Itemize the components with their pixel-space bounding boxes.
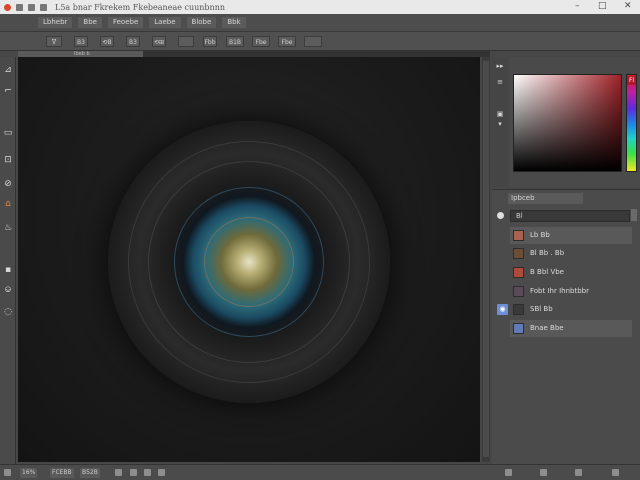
menu-bar: Lbhebr Bbe Feoebe Laebe Blobe Bbk xyxy=(0,14,640,32)
layers-tab[interactable]: Ipbceb xyxy=(508,193,583,204)
nav-prev-icon[interactable] xyxy=(115,469,122,476)
canvas-vertical-scrollbar[interactable] xyxy=(482,57,490,462)
tools-panel: ⊿ ⌐ ▭ ⊡ ⊘ ⌂ ♨ ▪ ⎉ ◌ xyxy=(0,57,16,470)
option-button-5[interactable] xyxy=(178,36,194,47)
collapse-panels-icon[interactable]: ▸▸ xyxy=(495,61,505,71)
move-tool-icon[interactable]: ⊿ xyxy=(1,63,15,77)
menu-image[interactable]: Feoebe xyxy=(107,17,144,28)
expand-icon[interactable]: ▾ xyxy=(495,119,505,129)
layer-name: Fobt Ihr Ihnbtbbr xyxy=(530,287,589,295)
layer-name: SBl Bb xyxy=(530,305,553,313)
option-button-6[interactable]: Fbb xyxy=(203,36,217,47)
option-button-7[interactable]: B1B xyxy=(226,36,244,47)
layer-filter-toggle[interactable] xyxy=(497,212,504,219)
option-button-8[interactable]: Fbe xyxy=(252,36,270,47)
panel-menu-icon[interactable]: ≡ xyxy=(495,77,505,87)
status-bar: 16% FCEBB B52B xyxy=(0,464,640,480)
menu-layer[interactable]: Laebe xyxy=(149,17,181,28)
option-button-1[interactable]: B3 xyxy=(74,36,88,47)
layer-row[interactable]: Fobt Ihr Ihnbtbbr xyxy=(510,283,632,300)
layer-row[interactable]: SBl Bb xyxy=(510,301,632,318)
gradient-tool-icon[interactable] xyxy=(1,243,15,257)
layer-thumbnail xyxy=(513,286,524,297)
layer-name: B Bbl Vbe xyxy=(530,268,564,276)
document-size[interactable]: B52B xyxy=(80,468,100,478)
layer-row[interactable]: Bl Bb . Bb xyxy=(510,245,632,262)
option-button-9[interactable]: Fbe xyxy=(278,36,296,47)
layer-thumbnail xyxy=(513,248,524,259)
option-button-2[interactable]: ⟲B xyxy=(100,36,114,47)
scrollbar-thumb[interactable] xyxy=(483,61,489,457)
pen-tool-icon[interactable]: ⎉ xyxy=(1,283,15,297)
layers-scrollbar-thumb[interactable] xyxy=(631,209,637,221)
visibility-toggle-icon[interactable]: ◉ xyxy=(497,304,508,315)
menu-filter[interactable]: Blobe xyxy=(186,17,217,28)
minimize-button[interactable]: – xyxy=(575,1,580,11)
layer-row[interactable]: B Bbl Vbe xyxy=(510,264,632,281)
redo-icon[interactable] xyxy=(40,3,47,11)
shape-tool-icon[interactable]: ▪ xyxy=(1,263,15,277)
document-info[interactable]: FCEBB xyxy=(50,468,74,478)
lasso-tool-icon[interactable] xyxy=(1,105,15,119)
window-title: L5a bnar Fkrekem Fkebeaneae cuunbnnn xyxy=(55,2,225,12)
layer-name: Lb Bb xyxy=(530,231,550,239)
tool-preset-button[interactable]: ᐁ xyxy=(46,36,62,47)
color-picker-field[interactable] xyxy=(513,74,622,172)
option-button-3[interactable]: B3 xyxy=(126,36,140,47)
marquee-tool-icon[interactable]: ⌐ xyxy=(1,84,15,98)
eyedropper-tool-icon[interactable]: ⊡ xyxy=(1,153,15,167)
option-button-10[interactable] xyxy=(304,36,322,47)
undo-icon[interactable] xyxy=(28,3,35,11)
swatches-icon[interactable]: ▣ xyxy=(495,109,505,119)
delete-layer-icon[interactable] xyxy=(575,469,582,476)
layer-name: Bl Bb . Bb xyxy=(530,249,565,257)
menu-file[interactable]: Lbhebr xyxy=(38,17,73,28)
layer-thumbnail xyxy=(513,267,524,278)
stamp-tool-icon[interactable]: ⌂ xyxy=(1,197,15,211)
options-bar: ᐁ B3 ⟲B B3 ⟲⊞ Fbb B1B Fbe Fbe xyxy=(0,32,640,51)
document-canvas[interactable] xyxy=(18,57,480,462)
hue-slider[interactable] xyxy=(626,74,637,172)
zoom-tool-icon[interactable]: ◌ xyxy=(1,305,15,319)
layer-thumbnail xyxy=(513,230,524,241)
hue-indicator: Fl xyxy=(627,76,636,85)
panel-icon-strip: ▸▸ ≡ ▣ ▾ xyxy=(492,57,508,187)
camera-lens-image xyxy=(108,121,390,403)
photo-editor-window: L5a bnar Fkrekem Fkebeaneae cuunbnnn – □… xyxy=(0,0,640,480)
layer-thumbnail xyxy=(513,304,524,315)
grid-icon[interactable] xyxy=(144,469,151,476)
color-panel: Fl xyxy=(510,57,640,187)
adjustment-icon[interactable] xyxy=(540,469,547,476)
layer-row[interactable]: Bnae Bbe xyxy=(510,320,632,337)
nav-next-icon[interactable] xyxy=(158,469,165,476)
zoom-level[interactable]: 16% xyxy=(20,468,38,478)
option-button-4[interactable]: ⟲⊞ xyxy=(152,36,166,47)
crop-tool-icon[interactable]: ▭ xyxy=(1,126,15,140)
layer-settings-icon[interactable] xyxy=(612,469,619,476)
save-icon[interactable] xyxy=(16,3,23,11)
lens-ring-core xyxy=(204,217,294,307)
new-layer-icon[interactable] xyxy=(505,469,512,476)
status-icon xyxy=(4,469,11,476)
menu-view[interactable]: Bbk xyxy=(222,17,246,28)
eraser-tool-icon[interactable]: ♨ xyxy=(1,221,15,235)
brush-tool-icon[interactable]: ⊘ xyxy=(1,177,15,191)
title-bar: L5a bnar Fkrekem Fkebeaneae cuunbnnn – □… xyxy=(0,0,640,14)
layers-panel: Ipbceb Bl Lb Bb Bl Bb . Bb B Bbl Vbe Fob… xyxy=(492,189,640,464)
close-button[interactable]: ✕ xyxy=(624,1,632,11)
nav-icon[interactable] xyxy=(130,469,137,476)
layer-filter-field[interactable]: Bl xyxy=(510,210,630,222)
maximize-button[interactable]: □ xyxy=(598,1,607,11)
app-icon xyxy=(4,3,11,11)
layer-row[interactable]: Lb Bb xyxy=(510,227,632,244)
menu-edit[interactable]: Bbe xyxy=(78,17,102,28)
layer-name: Bnae Bbe xyxy=(530,324,564,332)
layer-thumbnail xyxy=(513,323,524,334)
